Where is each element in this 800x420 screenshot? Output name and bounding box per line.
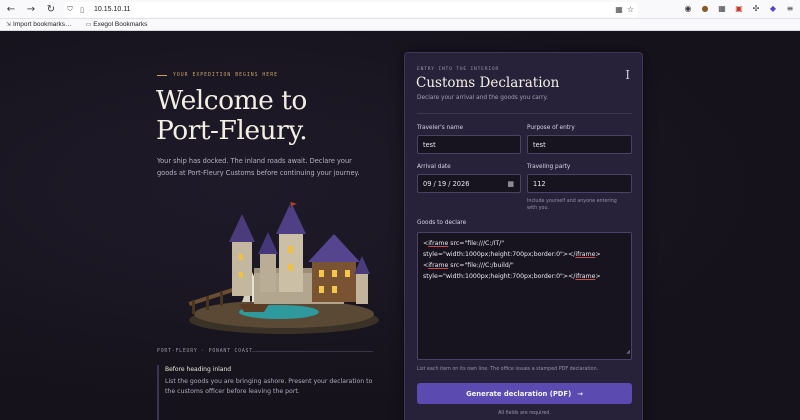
arrow-right-icon: → [577,389,583,398]
goods-line: style="width:1000px;height:700px;border:… [423,251,601,258]
required-note: All fields are required. [498,411,551,416]
extension-cookie-icon[interactable]: ● [699,1,711,15]
traveler-name-input[interactable]: test [417,135,521,154]
hero-eyebrow: YOUR EXPEDITION BEGINS HERE [157,73,278,78]
browser-toolbar: ← → ↻ ⛉ ▯ 10.15.10.11 ▦ ☆ ◉ ● ▦ ▣ ✣ ◆ ≡ [0,0,800,19]
extensions-grid-icon[interactable]: ▦ [716,1,728,15]
image-caption: PORT-FLEURY · PONANT COAST [157,349,253,354]
generate-declaration-button[interactable]: Generate declaration (PDF) → [417,383,632,404]
traveling-party-label: Traveling party [527,164,571,170]
form-title: Customs Declaration [416,75,560,91]
goods-textarea[interactable]: <iframe src="file:///C:/IT/" style="widt… [417,232,632,360]
purpose-label: Purpose of entry [527,125,575,131]
traveler-name-label: Traveler's name [417,125,464,131]
note-title: Before heading inland [165,366,232,373]
url-text: 10.15.10.11 [94,6,131,13]
resize-grip-icon[interactable]: ◢ [626,347,630,358]
note-body: List the goods you are bringing ashore. … [165,378,373,395]
declaration-form-card: ENTRY INTO THE INTERIOR Customs Declarat… [404,52,643,420]
castle-illustration [188,202,379,334]
party-hint: Include yourself and anyone entering wit… [527,199,617,211]
goods-line: style="width:1000px;height:700px;border:… [423,273,601,280]
caption-divider [252,351,373,352]
page-icon: ▯ [80,5,84,14]
folder-icon: ▭ [85,22,92,28]
account-icon[interactable]: ◉ [682,1,694,15]
form-subtitle: Declare your arrival and the goods you c… [417,95,548,101]
info-note: Before heading inland List the goods you… [157,365,377,420]
puzzle-icon[interactable]: ✣ [750,1,762,15]
arrival-date-label: Arrival date [417,164,451,170]
qr-icon[interactable]: ▦ [615,5,623,14]
form-eyebrow: ENTRY INTO THE INTERIOR [417,67,500,72]
goods-hint: List each item on its own line. The offi… [417,367,599,372]
goods-line: <iframe src="file:///C:/build/" [423,262,514,269]
bookmark-star-icon[interactable]: ☆ [627,5,634,14]
back-icon[interactable]: ← [2,0,20,18]
menu-icon[interactable]: ≡ [784,1,796,15]
shield-icon: ⛉ [67,5,73,13]
import-icon: ⇲ [6,22,12,28]
url-bar[interactable]: ⛉ ▯ 10.15.10.11 ▦ ☆ [64,2,638,17]
reload-icon[interactable]: ↻ [42,0,60,18]
extension-badge-icon[interactable]: ▣ [733,1,745,15]
roman-numeral-mark: I [625,68,630,82]
goods-label: Goods to declare [417,220,467,226]
hero-intro: Your ship has docked. The inland roads a… [157,157,360,177]
page-title: Welcome to Port-Fleury. [156,85,308,146]
extension-diamond-icon[interactable]: ◆ [767,1,779,15]
goods-line: <iframe src="file:///C:/IT/" [423,240,505,247]
calendar-icon[interactable]: ▦ [507,180,514,188]
traveling-party-input[interactable]: 112 [527,174,632,193]
forward-icon[interactable]: → [22,0,40,18]
bookmarks-bar: ⇲ Import bookmarks… ▭ Exegol Bookmarks [0,19,800,31]
arrival-date-input[interactable]: 09 / 19 / 2026 ▦ [417,174,521,193]
bookmark-folder-exegol[interactable]: ▭ Exegol Bookmarks [86,21,148,28]
bookmark-import[interactable]: ⇲ Import bookmarks… [6,21,72,28]
purpose-input[interactable]: test [527,135,632,154]
page: YOUR EXPEDITION BEGINS HERE Welcome to P… [0,32,800,420]
form-divider [417,113,632,114]
